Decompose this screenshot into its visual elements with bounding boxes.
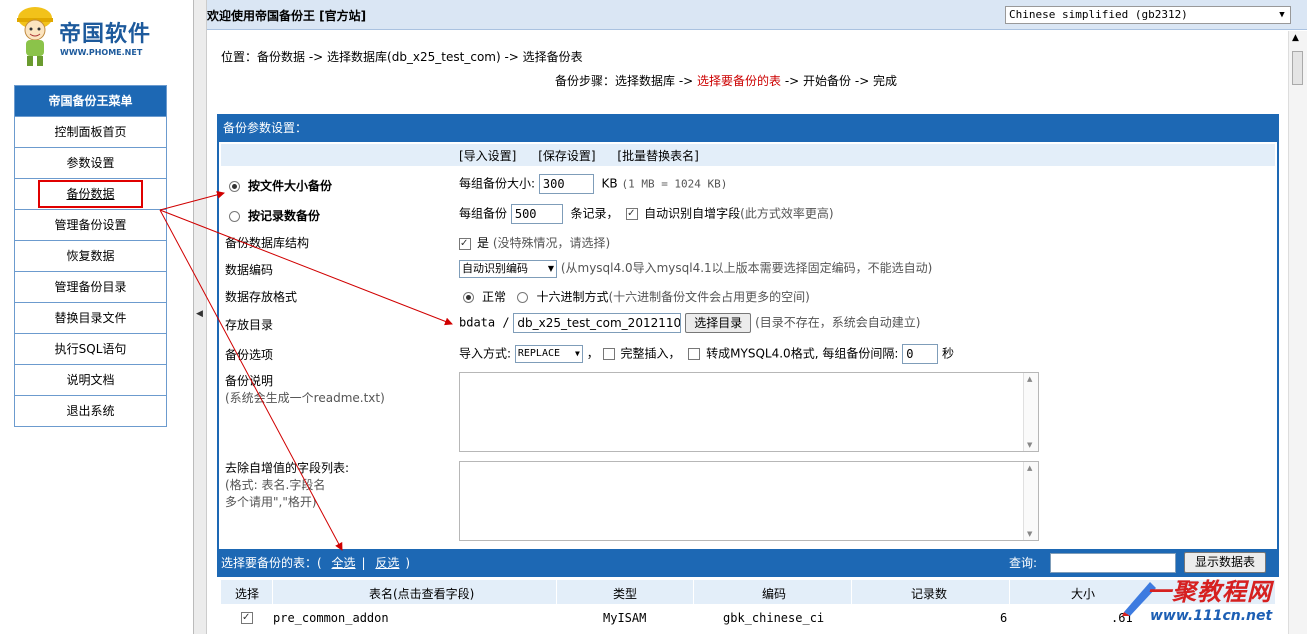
by-rows-option[interactable]: 按记录数备份 — [229, 207, 320, 224]
format-label: 数据存放格式 — [225, 290, 298, 304]
group-size-input[interactable]: 300 — [538, 174, 594, 194]
row-type: MyISAM — [603, 611, 647, 625]
autoinc-list-label: 去除自增值的字段列表: (格式: 表名.字段名 多个请用","格开) — [225, 461, 350, 509]
menu-item-logout[interactable]: 退出系统 — [15, 395, 166, 426]
by-size-controls: 每组备份大小: 300 KB (1 MB = 1024 KB) — [459, 174, 727, 194]
menu-item-replace-dir-files[interactable]: 替换目录文件 — [15, 302, 166, 333]
menu-item-manage-backup-dir[interactable]: 管理备份目录 — [15, 271, 166, 302]
col-type: 类型 — [613, 587, 638, 601]
options-label: 备份选项 — [225, 348, 274, 362]
col-select: 选择 — [235, 587, 260, 601]
interval-input[interactable]: 0 — [902, 344, 939, 364]
col-encoding: 编码 — [762, 587, 787, 601]
welcome-title: 欢迎使用帝国备份王 [官方站] — [207, 9, 367, 23]
show-tables-button[interactable]: 显示数据表 — [1184, 552, 1267, 573]
by-rows-radio[interactable] — [229, 211, 240, 222]
scroll-thumb[interactable] — [1292, 51, 1303, 85]
menu-item-docs[interactable]: 说明文档 — [15, 364, 166, 395]
readme-label: 备份说明 (系统会生成一个readme.txt) — [225, 374, 385, 405]
query-label: 查询: — [1009, 556, 1038, 570]
left-frame: 帝国软件 WWW.PHOME.NET 帝国备份王菜单 控制面板首页 参数设置 备… — [0, 0, 193, 634]
menu-item-manage-backup-settings[interactable]: 管理备份设置 — [15, 209, 166, 240]
batch-rename-link[interactable]: [批量替换表名] — [617, 149, 698, 163]
table-column-headers: 选择 表名(点击查看字段) 类型 编码 记录数 大小 — [221, 580, 1275, 604]
auto-inc-checkbox[interactable] — [626, 208, 639, 220]
main-content: 位置：备份数据 -> 选择数据库(db_x25_test_com) -> 选择备… — [207, 31, 1287, 634]
watermark-title: 一聚教程网 — [1147, 577, 1272, 606]
logo-name: 帝国软件 — [59, 21, 152, 47]
frame-splitter[interactable]: ◀ — [193, 0, 207, 634]
language-select[interactable]: Chinese simplified (gb2312) ▼ — [1005, 6, 1291, 24]
format-hex-radio[interactable] — [517, 292, 529, 303]
full-insert-checkbox[interactable] — [602, 348, 615, 360]
chevron-down-icon: ▼ — [547, 263, 554, 273]
chevron-down-icon: ▼ — [1279, 10, 1285, 20]
textarea-scrollbar[interactable]: ▲ ▼ — [1023, 462, 1038, 540]
import-settings-link[interactable]: [导入设置] — [459, 149, 516, 163]
backup-settings-panel: 备份参数设置： [导入设置] [保存设置] [批量替换表名] 按文件大小备份 每… — [217, 114, 1279, 554]
row-records: 6 — [1000, 611, 1008, 625]
format-normal-radio[interactable] — [463, 292, 474, 303]
by-size-option[interactable]: 按文件大小备份 — [229, 177, 332, 194]
options-controls: 导入方式: REPLACE ▼ ， 完整插入， 转成MYSQL4.0格式, 每组备… — [459, 344, 954, 364]
sidebar-menu: 帝国备份王菜单 控制面板首页 参数设置 备份数据 管理备份设置 恢复数据 管理备… — [14, 85, 167, 427]
by-rows-controls: 每组备份 500 条记录， 自动识别自增字段(此方式效率更高) — [459, 204, 834, 224]
menu-header: 帝国备份王菜单 — [15, 86, 166, 116]
col-records: 记录数 — [911, 587, 948, 601]
watermark-url: www.111cn.net — [1150, 608, 1273, 624]
encoding-label: 数据编码 — [225, 263, 274, 277]
dir-input[interactable]: db_x25_test_com_20121109 — [513, 313, 682, 333]
panel-title: 备份参数设置： — [219, 116, 1277, 142]
textarea-scrollbar[interactable]: ▲ ▼ — [1023, 373, 1038, 451]
watermark: 一聚教程网 www.111cn.net — [1120, 572, 1307, 634]
encoding-controls: 自动识别编码 ▼ (从mysql4.0导入mysql4.1以上版本需要选择固定编码… — [459, 259, 932, 278]
format-controls: 正常 十六进制方式(十六进制备份文件会占用更多的空间) — [463, 288, 810, 305]
col-size: 大小 — [1071, 587, 1096, 601]
struct-label: 备份数据库结构 — [225, 236, 310, 250]
choose-dir-button[interactable]: 选择目录 — [685, 313, 752, 333]
struct-checkbox[interactable] — [459, 237, 471, 250]
scroll-up-icon[interactable]: ▲ — [1292, 33, 1299, 43]
breadcrumb: 位置：备份数据 -> 选择数据库(db_x25_test_com) -> 选择备… — [221, 50, 583, 64]
menu-item-settings[interactable]: 参数设置 — [15, 147, 166, 178]
collapse-arrow-icon[interactable]: ◀ — [196, 309, 203, 319]
row-encoding: gbk_chinese_ci — [723, 611, 825, 625]
logo-url: WWW.PHOME.NET — [60, 48, 143, 57]
autoinc-list-textarea[interactable]: ▲ ▼ — [459, 461, 1039, 541]
struct-controls: 是 (没特殊情况，请选择) — [459, 234, 610, 251]
mysql40-checkbox[interactable] — [688, 348, 701, 360]
dir-controls: bdata / db_x25_test_com_20121109 选择目录 (目… — [459, 313, 920, 333]
invert-selection-link[interactable]: 反选 — [375, 556, 399, 570]
backup-steps: 备份步骤：选择数据库 -> 选择要备份的表 -> 开始备份 -> 完成 — [555, 74, 898, 88]
menu-item-backup-data[interactable]: 备份数据 — [15, 178, 166, 209]
import-mode-select[interactable]: REPLACE ▼ — [514, 345, 583, 363]
table-row[interactable]: pre_common_addon MyISAM gbk_chinese_ci 6… — [221, 605, 1275, 629]
chevron-down-icon: ▼ — [575, 349, 580, 358]
row-table-name[interactable]: pre_common_addon — [273, 611, 389, 625]
current-step: 选择要备份的表 — [697, 74, 782, 88]
dir-label: 存放目录 — [225, 318, 274, 332]
menu-item-control-panel[interactable]: 控制面板首页 — [15, 116, 166, 147]
logo: 帝国软件 WWW.PHOME.NET — [14, 4, 164, 72]
by-size-radio[interactable] — [229, 181, 240, 192]
settings-toolbar: [导入设置] [保存设置] [批量替换表名] — [221, 144, 1275, 166]
top-bar: 欢迎使用帝国备份王 [官方站] Chinese simplified (gb23… — [207, 0, 1307, 30]
readme-textarea[interactable]: ▲ ▼ — [459, 372, 1039, 452]
page-scrollbar[interactable]: ▲ — [1288, 31, 1307, 634]
mascot-icon — [17, 7, 53, 66]
save-settings-link[interactable]: [保存设置] — [538, 149, 595, 163]
menu-item-restore-data[interactable]: 恢复数据 — [15, 240, 166, 271]
encoding-select[interactable]: 自动识别编码 ▼ — [459, 259, 557, 278]
select-all-link[interactable]: 全选 — [332, 556, 356, 570]
row-select-checkbox[interactable] — [241, 611, 253, 624]
group-rows-input[interactable]: 500 — [510, 204, 563, 224]
col-table-name[interactable]: 表名(点击查看字段) — [369, 585, 474, 602]
query-input[interactable] — [1050, 553, 1176, 573]
menu-item-exec-sql[interactable]: 执行SQL语句 — [15, 333, 166, 364]
